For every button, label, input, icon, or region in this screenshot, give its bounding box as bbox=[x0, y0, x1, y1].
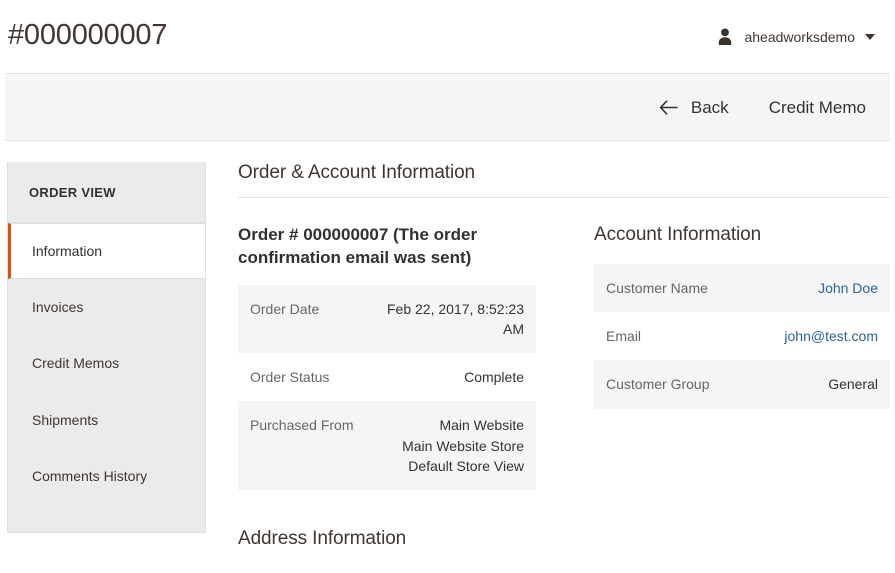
account-information-block: Account Information Customer Name John D… bbox=[594, 223, 890, 409]
row-label: Email bbox=[606, 327, 642, 344]
sidebar-item-label: Shipments bbox=[32, 411, 99, 428]
table-row: Email john@test.com bbox=[594, 311, 890, 361]
row-value-line: Main Website Store bbox=[402, 437, 524, 454]
sidebar-item-label: Comments History bbox=[32, 467, 148, 484]
arrow-left-icon bbox=[659, 99, 678, 115]
order-information-table: Order Date Feb 22, 2017, 8:52:23 AM Orde… bbox=[238, 284, 536, 491]
row-value: john@test.com bbox=[733, 312, 890, 360]
page-title: #000000007 bbox=[8, 18, 168, 51]
sidebar-item-comments-history[interactable]: Comments History bbox=[8, 448, 205, 504]
table-row: Order Date Feb 22, 2017, 8:52:23 AM bbox=[238, 284, 536, 354]
sidebar-item-invoices[interactable]: Invoices bbox=[8, 279, 205, 335]
user-menu[interactable]: aheadworksdemo bbox=[715, 27, 881, 47]
order-information-content: Order & Account Information Order # 0000… bbox=[206, 162, 895, 550]
user-avatar-icon bbox=[719, 28, 732, 45]
back-button-label: Back bbox=[690, 97, 729, 117]
row-label: Customer Name bbox=[606, 279, 708, 296]
sidebar-title: ORDER VIEW bbox=[8, 162, 205, 223]
customer-name-link[interactable]: John Doe bbox=[818, 280, 878, 296]
row-value: Complete bbox=[464, 369, 524, 386]
row-label: Order Status bbox=[250, 369, 330, 386]
row-value-line: Default Store View bbox=[408, 458, 524, 475]
credit-memo-button-label: Credit Memo bbox=[768, 97, 866, 117]
chevron-down-icon[interactable] bbox=[865, 33, 875, 40]
account-information-table: Customer Name John Doe Email john@test.c… bbox=[594, 263, 890, 409]
page-main: ORDER VIEW Information Invoices Credit M… bbox=[0, 141, 895, 550]
page-header: #000000007 aheadworksdemo bbox=[0, 0, 895, 73]
row-value-line: Main Website bbox=[439, 417, 524, 434]
row-value: John Doe bbox=[733, 264, 890, 312]
back-button[interactable]: Back bbox=[657, 95, 731, 120]
sidebar-item-label: Invoices bbox=[32, 299, 84, 316]
order-block-title: Order # 000000007 (The order confirmatio… bbox=[238, 225, 478, 268]
row-label: Customer Group bbox=[606, 376, 710, 393]
order-view-sidebar: ORDER VIEW Information Invoices Credit M… bbox=[7, 162, 206, 533]
table-row: Order Status Complete bbox=[238, 353, 536, 402]
table-row: Customer Name John Doe bbox=[594, 263, 890, 312]
customer-email-link[interactable]: john@test.com bbox=[784, 328, 878, 344]
sidebar-item-shipments[interactable]: Shipments bbox=[8, 392, 205, 448]
order-information-block: Order # 000000007 (The order confirmatio… bbox=[238, 223, 536, 491]
row-value: Main Website Main Website Store Default … bbox=[378, 401, 536, 490]
table-row: Customer Group General bbox=[594, 360, 890, 409]
section-title-address-information: Address Information bbox=[238, 528, 407, 550]
sidebar-item-label: Information bbox=[32, 243, 103, 259]
sidebar-item-label: Credit Memos bbox=[32, 355, 120, 372]
row-label: Purchased From bbox=[250, 417, 354, 434]
row-value: General bbox=[828, 376, 878, 393]
row-value: Feb 22, 2017, 8:52:23 AM bbox=[387, 300, 524, 337]
information-columns: Order # 000000007 (The order confirmatio… bbox=[238, 198, 890, 491]
row-label: Order Date bbox=[250, 300, 320, 317]
sidebar-item-credit-memos[interactable]: Credit Memos bbox=[8, 335, 205, 391]
user-name: aheadworksdemo bbox=[744, 28, 855, 45]
account-block-title: Account Information bbox=[594, 224, 762, 245]
section-title-order-account-information: Order & Account Information bbox=[238, 162, 890, 198]
sidebar-item-information[interactable]: Information bbox=[8, 223, 205, 280]
address-information-section: Address Information bbox=[238, 490, 890, 550]
credit-memo-button[interactable]: Credit Memo bbox=[767, 95, 868, 120]
table-row: Purchased From Main Website Main Website… bbox=[238, 401, 536, 491]
page-actions-toolbar: Back Credit Memo bbox=[5, 73, 890, 141]
